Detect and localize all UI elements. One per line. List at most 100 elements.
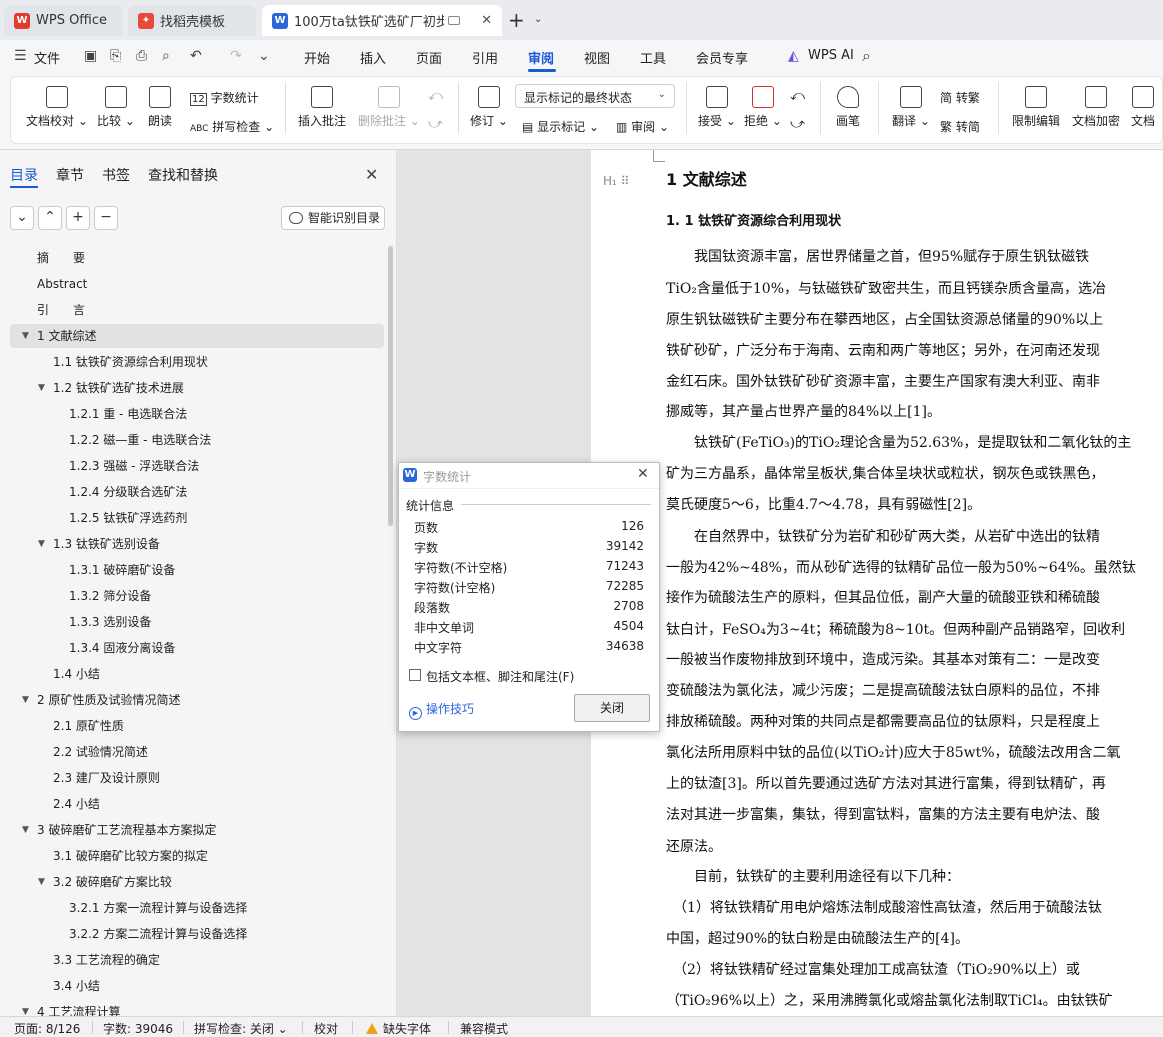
expand-triangle-icon[interactable]: ▼ [38, 870, 45, 894]
menu-page[interactable]: 页面 [416, 48, 442, 67]
toc-item[interactable]: 1.2.5 钛铁矿浮选药剂 [0, 506, 385, 530]
toc-item[interactable]: ▼ 3 破碎磨矿工艺流程基本方案拟定 [0, 818, 385, 842]
toc-item[interactable]: 1.2.1 重 - 电选联合法 [0, 402, 385, 426]
menu-reference[interactable]: 引用 [472, 48, 498, 67]
toc-item[interactable]: 2.1 原矿性质 [0, 714, 385, 738]
toc-item[interactable]: 摘 要 [0, 246, 385, 270]
print-preview-icon[interactable]: ⌕ [162, 48, 170, 64]
toc-item[interactable]: ▼ 1 文献综述 [10, 324, 384, 348]
to-traditional-button[interactable]: 简 转繁 [940, 89, 980, 106]
read-aloud-button[interactable]: 朗读 [148, 86, 172, 129]
spell-check-indicator[interactable]: 拼写检查: 关闭 ⌄ [194, 1020, 288, 1037]
translate-button[interactable]: 翻译 ⌄ [892, 86, 930, 129]
toc-item[interactable]: 3.4 小结 [0, 974, 385, 998]
compare-button[interactable]: 比较 ⌄ [97, 86, 135, 129]
insert-comment-button[interactable]: 插入批注 [298, 86, 346, 129]
toc-item[interactable]: Abstract [0, 272, 385, 296]
proof-indicator[interactable]: 校对 [314, 1020, 338, 1037]
encrypt-button[interactable]: 文档加密 [1072, 86, 1120, 129]
next-change-icon[interactable]: ⤻ [790, 116, 805, 132]
toc-item[interactable]: ▼ 2 原矿性质及试验情况简述 [0, 688, 385, 712]
export-icon[interactable]: ⎘ [110, 48, 121, 64]
expand-triangle-icon[interactable]: ▼ [22, 324, 29, 348]
review-pane-button[interactable]: ▥ 审阅 ⌄ [616, 118, 669, 135]
markup-state-select[interactable]: 显示标记的最终状态 ⌄ [515, 84, 675, 108]
toc-item[interactable]: 1.4 小结 [0, 662, 385, 686]
expand-up-button[interactable]: ⌃ [38, 206, 62, 230]
heading-handle-icon[interactable]: H₁ ⠿ [603, 174, 629, 188]
toc-item[interactable]: 1.3.3 选别设备 [0, 610, 385, 634]
toc-item[interactable]: 2.4 小结 [0, 792, 385, 816]
tab-template[interactable]: ✦ 找稻壳模板 [128, 5, 256, 36]
revise-button[interactable]: 修订 ⌄ [470, 86, 508, 129]
word-count-indicator[interactable]: 字数: 39046 [103, 1020, 173, 1037]
toc-item[interactable]: 1.2.4 分级联合选矿法 [0, 480, 385, 504]
add-level-button[interactable]: + [66, 206, 90, 230]
print-icon[interactable]: ⎙ [136, 48, 147, 64]
next-comment-icon[interactable]: ⤻ [428, 116, 443, 132]
doc-check-button[interactable]: 文档校对 ⌄ [26, 86, 88, 129]
tab-toc[interactable]: 目录 [10, 165, 38, 185]
dialog-title-bar[interactable]: W 字数统计 ✕ [399, 463, 659, 489]
menu-file[interactable]: 文件 [34, 48, 60, 67]
expand-triangle-icon[interactable]: ▼ [22, 688, 29, 712]
chevron-down-icon[interactable]: ⌄ [534, 14, 542, 25]
remove-level-button[interactable]: − [94, 206, 118, 230]
toc-item[interactable]: 2.2 试验情况简述 [0, 740, 385, 764]
undo-icon[interactable]: ↶ [190, 48, 202, 64]
menu-insert[interactable]: 插入 [360, 48, 386, 67]
pen-button[interactable]: 画笔 [836, 86, 860, 129]
tab-document[interactable]: W 100万ta钛铁矿选矿厂初步设计 ✕ [262, 5, 502, 36]
toc-item[interactable]: 1.3.2 筛分设备 [0, 584, 385, 608]
toc-item[interactable]: 3.3 工艺流程的确定 [0, 948, 385, 972]
new-tab-icon[interactable]: + [508, 8, 525, 32]
toc-item[interactable]: 2.3 建厂及设计原则 [0, 766, 385, 790]
tab-wps-office[interactable]: W WPS Office [4, 5, 122, 36]
toc-item[interactable]: 1.2.2 磁—重 - 电选联合法 [0, 428, 385, 452]
toc-item[interactable]: 3.2.2 方案二流程计算与设备选择 [0, 922, 385, 946]
missing-font-indicator[interactable]: 缺失字体 [366, 1020, 431, 1037]
smart-toc-button[interactable]: 智能识别目录 [281, 206, 385, 230]
search-icon[interactable]: ⌕ [862, 46, 871, 66]
redo-icon[interactable]: ↷ [230, 48, 242, 64]
toc-item[interactable]: ▼ 4 工艺流程计算 [0, 1000, 385, 1016]
reject-button[interactable]: 拒绝 ⌄ [744, 86, 782, 129]
menu-review[interactable]: 审阅 [528, 48, 554, 67]
delete-comment-button[interactable]: 删除批注 ⌄ [358, 86, 420, 129]
expand-triangle-icon[interactable]: ▼ [22, 818, 29, 842]
tab-bookmark[interactable]: 书签 [102, 165, 130, 185]
expand-triangle-icon[interactable]: ▼ [38, 532, 45, 556]
menu-start[interactable]: 开始 [304, 48, 330, 67]
to-simplified-button[interactable]: 繁 转简 [940, 118, 980, 135]
doc-more-button[interactable]: 文档 [1131, 86, 1155, 129]
accept-button[interactable]: 接受 ⌄ [698, 86, 736, 129]
tab-find-replace[interactable]: 查找和替换 [148, 165, 218, 185]
toc-item[interactable]: 1.1 钛铁矿资源综合利用现状 [0, 350, 385, 374]
more-icon[interactable]: ⌄ [258, 48, 270, 64]
spell-check-button[interactable]: ABC 拼写检查 ⌄ [190, 118, 274, 135]
toc-item[interactable]: 1.2.3 强磁 - 浮选联合法 [0, 454, 385, 478]
menu-view[interactable]: 视图 [584, 48, 610, 67]
collapse-button[interactable]: ⌄ [10, 206, 34, 230]
menu-member[interactable]: 会员专享 [696, 48, 748, 67]
expand-triangle-icon[interactable]: ▼ [38, 376, 45, 400]
tab-chapter[interactable]: 章节 [56, 165, 84, 185]
document-page[interactable]: H₁ ⠿ 1 文献综述 1. 1 钛铁矿资源综合利用现状 我国钛资源丰富，居世界… [591, 150, 1163, 1016]
toc-item[interactable]: 3.2.1 方案一流程计算与设备选择 [0, 896, 385, 920]
toc-item[interactable]: ▼ 1.3 钛铁矿选别设备 [0, 532, 385, 556]
close-icon[interactable]: ✕ [637, 466, 649, 482]
expand-triangle-icon[interactable]: ▼ [22, 1000, 29, 1016]
wps-ai-icon[interactable]: ◭ [788, 48, 799, 64]
window-icon[interactable] [448, 16, 460, 25]
show-markup-button[interactable]: ▤ 显示标记 ⌄ [522, 118, 599, 135]
close-button[interactable]: 关闭 [574, 694, 650, 722]
restrict-edit-button[interactable]: 限制编辑 [1012, 86, 1060, 129]
prev-comment-icon[interactable]: ⤺ [428, 88, 443, 104]
save-icon[interactable]: ▣ [84, 48, 97, 64]
menu-wps-ai[interactable]: WPS AI [808, 48, 854, 63]
close-icon[interactable]: ✕ [365, 165, 378, 184]
hamburger-icon[interactable]: ☰ [14, 48, 27, 64]
word-count-button[interactable]: 12 字数统计 [190, 89, 259, 106]
toc-item[interactable]: 3.1 破碎磨矿比较方案的拟定 [0, 844, 385, 868]
page-indicator[interactable]: 页面: 8/126 [14, 1020, 80, 1037]
